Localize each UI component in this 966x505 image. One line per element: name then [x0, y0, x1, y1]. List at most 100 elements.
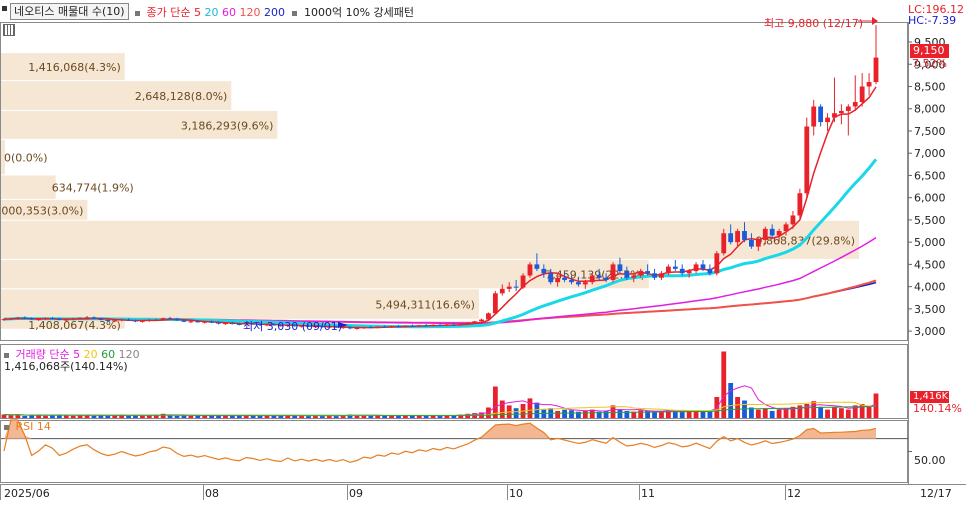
volume-bar-119 [825, 409, 830, 418]
pattern-square-icon [292, 10, 298, 16]
candle-body-56 [389, 326, 394, 328]
candle-body-17 [119, 319, 125, 321]
candle-body-120 [832, 113, 837, 118]
volume-profile-label-5: 634,774(1.9%) [52, 182, 134, 195]
candle-body-20 [140, 320, 145, 322]
y-tick-label-13: 3,000 [914, 325, 946, 338]
candle-body-115 [797, 193, 803, 216]
volume-square-icon [4, 352, 9, 358]
volume-bar-120 [832, 406, 837, 418]
candle-body-119 [825, 117, 830, 123]
x-label-08: 08 [205, 487, 219, 500]
candle-body-31 [216, 322, 221, 324]
x-end-label: 12/17 [920, 487, 952, 500]
candle-body-3 [22, 317, 28, 319]
volume-bar-52 [361, 415, 367, 418]
candle-body-83 [576, 282, 581, 285]
candle-body-76 [527, 264, 533, 276]
candle-body-67 [465, 323, 471, 325]
candle-body-98 [679, 268, 685, 274]
candle-body-101 [700, 264, 706, 269]
candle-body-26 [181, 320, 187, 322]
volume-bar-92 [638, 410, 644, 418]
volume-bar-89 [617, 409, 623, 418]
volume-bar-80 [555, 411, 561, 418]
candle-body-109 [755, 239, 761, 247]
volume-bar-62 [430, 415, 436, 418]
candle-body-64 [444, 324, 450, 326]
rsi-overbought-fill [4, 420, 876, 439]
grid-toggle-icon[interactable] [3, 24, 15, 36]
candle-body-22 [153, 319, 159, 321]
candle-body-8 [56, 318, 62, 320]
x-label-12: 12 [787, 487, 801, 500]
candle-body-57 [396, 326, 401, 328]
y-tick-label-2: 8,500 [914, 80, 946, 93]
candle-body-103 [714, 253, 720, 274]
candle-body-79 [548, 273, 554, 283]
volume-bar-115 [797, 405, 803, 418]
volume-bar-98 [679, 411, 685, 418]
volume-bar-1 [8, 415, 14, 418]
rsi-title: RSI 14 [15, 420, 51, 433]
candle-body-99 [686, 271, 692, 274]
candle-body-97 [672, 266, 678, 269]
candle-body-68 [472, 321, 478, 324]
candle-body-93 [645, 271, 651, 274]
candle-body-121 [838, 110, 844, 114]
candle-body-13 [91, 317, 97, 319]
candle-body-102 [707, 268, 713, 274]
ma-label: 종가 단순 [146, 6, 191, 19]
candle-body-32 [223, 323, 228, 325]
volume-bar-31 [216, 415, 221, 418]
candle-body-111 [769, 228, 775, 236]
candle-body-28 [195, 321, 201, 323]
candle-body-105 [728, 233, 734, 243]
volume-bar-41 [285, 415, 291, 418]
volume-bar-64 [444, 415, 450, 418]
volume-bar-76 [527, 398, 533, 418]
volume-last-label: 1,416,068주(140.14%) [4, 360, 128, 373]
candle-body-72 [499, 288, 505, 294]
stock-title-box[interactable]: 네오티스 매물대 수(10) [10, 3, 129, 20]
volume-bar-110 [762, 408, 768, 418]
volume-bar-82 [569, 410, 574, 418]
candle-body-126 [873, 57, 879, 83]
menu-icon[interactable] [2, 6, 7, 11]
candle-body-88 [610, 264, 616, 280]
rsi-tick-50: 50.00 [914, 454, 946, 467]
y-tick-label-4: 7,500 [914, 125, 946, 138]
candle-body-11 [77, 317, 83, 319]
candle-body-30 [209, 321, 215, 323]
volume-bar-77 [534, 402, 540, 418]
volume-bar-74 [513, 408, 519, 418]
candle-body-85 [589, 275, 595, 283]
candle-body-21 [146, 319, 152, 321]
volume-bar-45 [313, 415, 318, 418]
low-annotation: 최저 3,030 (09/01) [243, 320, 343, 333]
candle-body-100 [693, 264, 699, 272]
candle-body-27 [188, 321, 194, 323]
candle-body-2 [15, 317, 21, 319]
volume-profile-label-1: 5,494,311(16.6%) [375, 299, 475, 312]
candle-body-66 [458, 323, 464, 325]
candle-body-75 [520, 275, 526, 288]
candle-body-94 [652, 273, 657, 278]
candle-body-86 [596, 275, 602, 278]
ma-period-20: 20 [204, 6, 219, 19]
volume-bar-125 [866, 406, 872, 418]
volume-bar-105 [728, 383, 734, 418]
chart-svg[interactable]: 9,5009,0008,5008,0007,5007,0006,5006,000… [0, 0, 966, 502]
candle-body-59 [409, 325, 415, 327]
candle-body-113 [783, 224, 789, 232]
candle-body-1 [8, 318, 14, 320]
volume-profile-label-4: 1,000,353(3.0%) [0, 204, 83, 217]
candle-body-69 [479, 319, 484, 322]
volume-profile-label-7: 3,186,293(9.6%) [181, 119, 274, 132]
volume-bar-101 [700, 411, 706, 418]
candle-body-54 [375, 326, 381, 328]
candle-body-58 [402, 325, 408, 327]
stock-chart[interactable]: 9,500 9,000 8,500 8,000 7,500 7,000 6,500 6,000… [0, 0, 966, 502]
candle-body-87 [603, 277, 609, 280]
volume-bar-33 [229, 415, 235, 418]
